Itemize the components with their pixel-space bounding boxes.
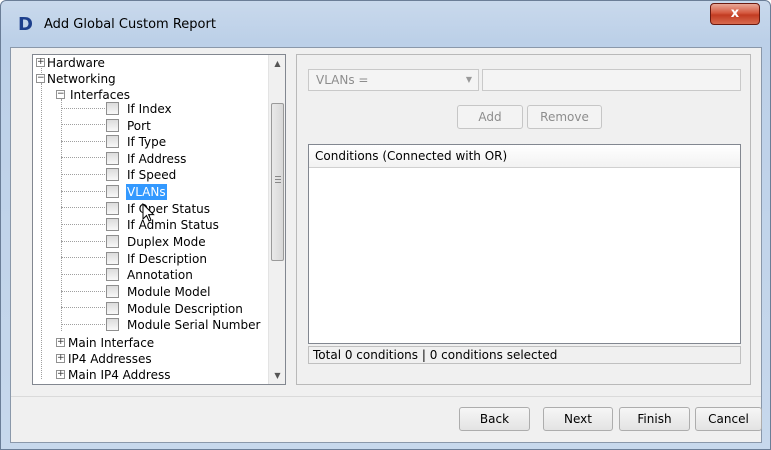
- checkbox[interactable]: [106, 235, 119, 248]
- checkbox[interactable]: [106, 119, 119, 132]
- selected-tree-label: VLANs: [126, 184, 167, 200]
- window-title: Add Global Custom Report: [44, 17, 216, 32]
- expand-icon[interactable]: +: [36, 58, 45, 67]
- cancel-button[interactable]: Cancel: [695, 407, 762, 431]
- expand-icon[interactable]: +: [56, 370, 65, 379]
- collapse-icon[interactable]: −: [56, 90, 65, 99]
- mouse-cursor-icon: [142, 203, 155, 222]
- checkbox[interactable]: [106, 185, 119, 198]
- title-bar[interactable]: D Add Global Custom Report x: [1, 1, 770, 47]
- expand-icon[interactable]: +: [56, 354, 65, 363]
- back-button[interactable]: Back: [459, 407, 530, 431]
- footer-divider: [11, 396, 761, 397]
- dialog-window: D Add Global Custom Report x + Hardware …: [0, 0, 771, 450]
- checkbox[interactable]: [106, 268, 119, 281]
- checkbox[interactable]: [106, 302, 119, 315]
- app-logo-icon: D: [18, 14, 33, 35]
- checkbox[interactable]: [106, 252, 119, 265]
- condition-panel: VLANs = ▼ Add Remove Conditions (Connect…: [296, 54, 751, 385]
- scroll-thumb[interactable]: [271, 103, 284, 261]
- conditions-status: Total 0 conditions | 0 conditions select…: [308, 346, 741, 364]
- checkbox[interactable]: [106, 218, 119, 231]
- checkbox[interactable]: [106, 135, 119, 148]
- collapse-icon[interactable]: −: [36, 74, 45, 83]
- expand-icon[interactable]: +: [56, 338, 65, 347]
- add-condition-button[interactable]: Add: [457, 105, 523, 129]
- tree-scrollbar[interactable]: ▲ ▼: [268, 55, 285, 384]
- scroll-up-arrow-icon[interactable]: ▲: [269, 55, 285, 72]
- remove-condition-button[interactable]: Remove: [527, 105, 602, 129]
- dialog-body: + Hardware − Networking − Interfaces If …: [10, 47, 762, 443]
- checkbox[interactable]: [106, 168, 119, 181]
- conditions-list[interactable]: Conditions (Connected with OR): [308, 144, 741, 344]
- field-tree[interactable]: + Hardware − Networking − Interfaces If …: [32, 54, 286, 385]
- dropdown-arrow-icon[interactable]: ▼: [466, 70, 472, 90]
- next-button[interactable]: Next: [543, 407, 613, 431]
- checkbox[interactable]: [106, 318, 119, 331]
- conditions-header: Conditions (Connected with OR): [309, 145, 740, 168]
- checkbox[interactable]: [106, 285, 119, 298]
- close-button[interactable]: x: [710, 3, 760, 25]
- field-selector-combo[interactable]: VLANs = ▼: [308, 69, 479, 91]
- checkbox[interactable]: [106, 152, 119, 165]
- checkbox[interactable]: [106, 202, 119, 215]
- finish-button[interactable]: Finish: [619, 407, 690, 431]
- scroll-down-arrow-icon[interactable]: ▼: [269, 367, 285, 384]
- checkbox[interactable]: [106, 102, 119, 115]
- condition-value-input[interactable]: [482, 69, 741, 91]
